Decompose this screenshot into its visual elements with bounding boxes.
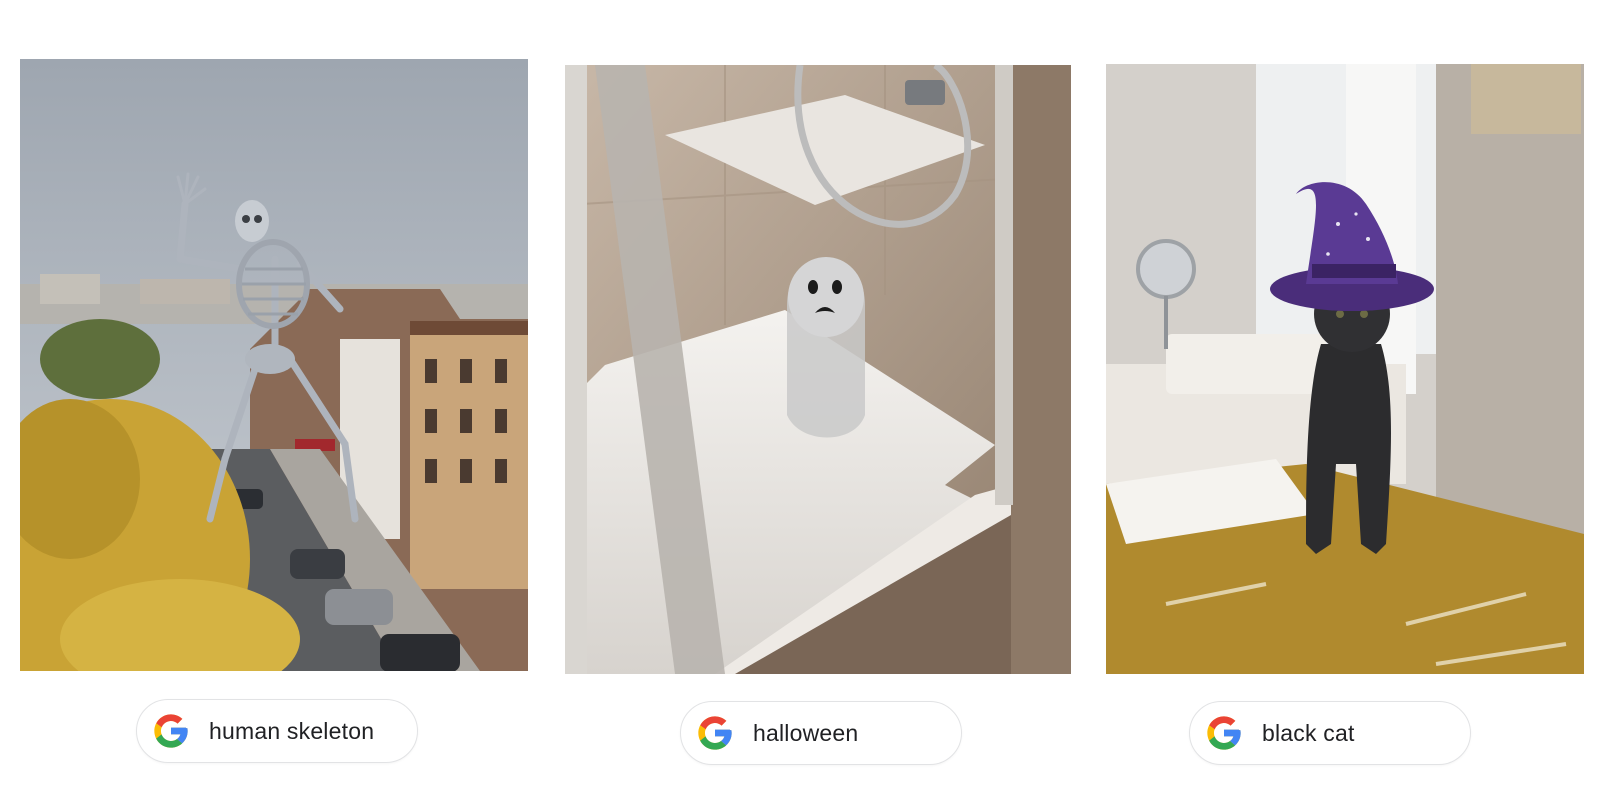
search-chip-black-cat[interactable]: black cat [1189,701,1471,765]
cat-witch-hat-photo [1106,64,1584,674]
google-g-icon [1204,713,1244,753]
google-g-icon [695,713,735,753]
search-chip-label: human skeleton [209,717,375,744]
search-chip-halloween[interactable]: halloween [680,701,962,765]
google-g-icon [151,711,191,751]
search-chip-human-skeleton[interactable]: human skeleton [136,699,418,763]
search-chip-label: black cat [1262,719,1355,746]
search-chip-label: halloween [753,719,859,746]
skeleton-street-photo [20,59,528,671]
ghost-shower-photo [565,65,1071,674]
